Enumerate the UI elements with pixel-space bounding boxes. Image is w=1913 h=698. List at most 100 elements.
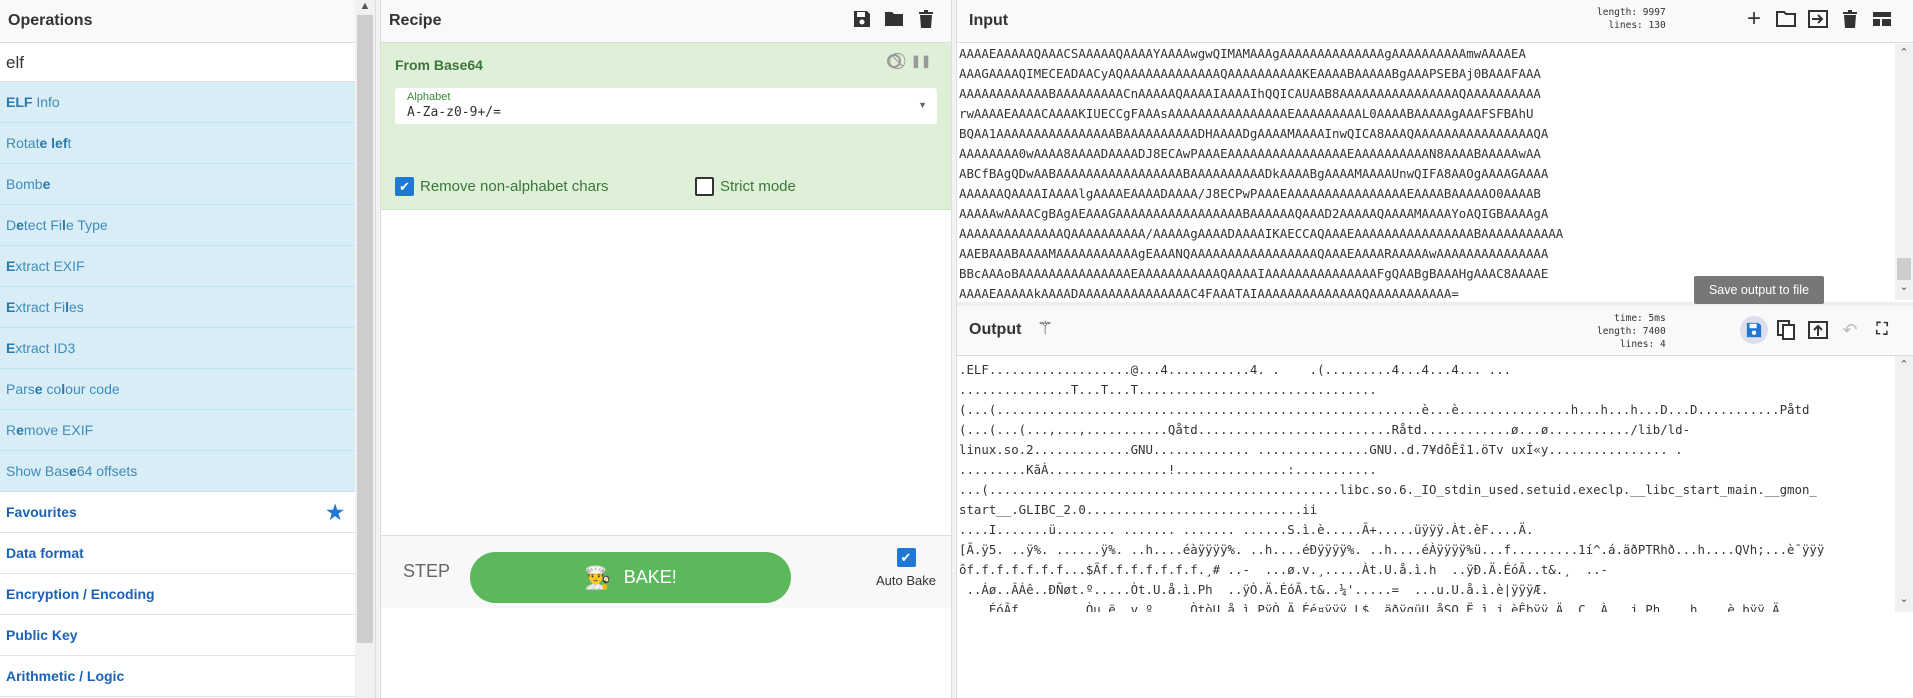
scrollbar-thumb[interactable] — [357, 15, 373, 643]
magic-wand-icon[interactable]: ⚚ — [1037, 318, 1053, 339]
recipe-operation-from-base64[interactable]: From Base64 ⃠ ❚❚ Alphabet A-Za-z0-9+/= ▼… — [381, 43, 951, 210]
step-button[interactable]: STEP — [403, 561, 450, 582]
remove-non-alphabet-checkbox[interactable]: ✔ Remove non-alphabet chars — [395, 177, 608, 196]
disable-circle-icon[interactable] — [887, 54, 901, 68]
operation-label-part: 64 offsets — [76, 463, 138, 479]
copy-output-icon[interactable] — [1775, 319, 1797, 341]
output-line: [Ã.ÿ5. ..ÿ%. ......ÿ%. ..h....éàÿÿÿÿ%. .… — [959, 542, 1825, 557]
lines-label: lines: — [1619, 339, 1655, 350]
save-output-icon[interactable] — [1740, 316, 1768, 344]
match-highlight: E — [6, 340, 16, 356]
output-line: ...(....................................… — [959, 482, 1817, 497]
match-highlight: e — [16, 217, 24, 233]
input-line: BQAA1AAAAAAAAAAAAAAAABAAAAAAAAAADHAAAADg… — [959, 126, 1549, 141]
scroll-up-icon[interactable]: ⌃ — [1895, 358, 1913, 371]
bake-bar: STEP 👨‍🍳 BAKE! ✔ Auto Bake — [381, 535, 951, 608]
scroll-down-icon[interactable]: ⌄ — [1895, 280, 1913, 293]
input-textarea[interactable]: AAAAEAAAAAQAAACSAAAAAQAAAAYAAAAwgwQIMAMA… — [957, 44, 1895, 300]
scroll-down-icon[interactable]: ⌄ — [1895, 592, 1913, 605]
match-highlight: e — [69, 463, 77, 479]
output-lines: 4 — [1659, 339, 1666, 350]
auto-bake-checkbox[interactable]: ✔ Auto Bake — [861, 548, 951, 588]
match-highlight: lef — [51, 135, 68, 151]
input-toolbar: + — [1743, 5, 1893, 32]
scrollbar-thumb[interactable] — [1897, 258, 1911, 280]
reset-layout-icon[interactable] — [1871, 8, 1893, 30]
operations-search-input[interactable]: elf — [0, 43, 356, 82]
undo-icon[interactable]: ↶ — [1839, 319, 1861, 341]
checkbox-checked-icon[interactable]: ✔ — [896, 548, 916, 567]
output-length: 7400 — [1642, 326, 1666, 337]
operation-item[interactable]: De tect Fi l e Type — [0, 205, 356, 246]
bake-label: BAKE! — [623, 567, 677, 587]
search-results: ELF Info Rotat e lef t Bomb e De tect Fi l e Type… — [0, 82, 356, 492]
operation-label-part: Bomb — [6, 176, 43, 192]
output-textarea[interactable]: .ELF...................@...4...........4… — [957, 360, 1895, 612]
alphabet-select[interactable]: Alphabet A-Za-z0-9+/= ▼ — [395, 88, 937, 124]
category-item[interactable]: Data format — [0, 533, 356, 574]
category-label: Data format — [6, 545, 84, 561]
operation-item[interactable]: ELF Info — [0, 82, 356, 123]
input-length: 9997 — [1642, 7, 1666, 18]
remove-non-alphabet-label: Remove non-alphabet chars — [420, 178, 609, 195]
open-file-icon[interactable] — [1807, 8, 1829, 30]
output-line: .........KãÀ................!...........… — [959, 462, 1377, 477]
input-scrollbar[interactable]: ⌃ ⌄ — [1895, 44, 1913, 300]
input-line: AAEBAAABAAAAMAAAAAAAAAAAgEAAANQAAAAAAAAA… — [959, 246, 1549, 261]
output-scrollbar[interactable]: ⌃ ⌄ — [1895, 356, 1913, 612]
clear-recipe-icon[interactable] — [915, 8, 937, 30]
replace-input-icon[interactable] — [1807, 319, 1829, 341]
operation-item[interactable]: Extract ID3 — [0, 328, 356, 369]
clear-input-icon[interactable] — [1839, 8, 1861, 30]
operation-label-part: move EXIF — [23, 422, 94, 438]
time-label: time: — [1614, 313, 1643, 324]
scroll-up-icon[interactable]: ⌃ — [1895, 46, 1913, 59]
operation-label-part: Show Bas — [6, 463, 70, 479]
input-stats: length: 9997 lines: 130 — [1597, 6, 1666, 32]
checkbox-checked-icon[interactable]: ✔ — [395, 177, 414, 196]
input-line: AAAAAAAA0wAAAA8AAAADAAAADJ8ECAwPAAAEAAAA… — [959, 146, 1541, 161]
load-recipe-icon[interactable] — [883, 8, 905, 30]
input-line: rwAAAAEAAAACAAAAKIUECCgFAAAsAAAAAAAAAAAA… — [959, 106, 1534, 121]
save-recipe-icon[interactable] — [851, 8, 873, 30]
category-item[interactable]: Public Key — [0, 615, 356, 656]
bake-button[interactable]: 👨‍🍳 BAKE! — [470, 552, 791, 603]
operations-panel: Operations elf ELF Info Rotat e lef t Bomb e D… — [0, 0, 376, 698]
operation-item[interactable]: Extract Fi l es — [0, 287, 356, 328]
operation-item[interactable]: Rotat e lef t — [0, 123, 356, 164]
operation-item[interactable]: Bomb e — [0, 164, 356, 205]
operation-label-part: Rotat — [6, 135, 40, 151]
maximise-icon[interactable]: ⛶ — [1871, 319, 1893, 341]
lines-label: lines: — [1608, 20, 1643, 31]
category-item[interactable]: Arithmetic / Logic — [0, 656, 356, 697]
star-icon[interactable]: ★ — [326, 500, 344, 525]
operation-label-part: es — [69, 299, 84, 315]
output-line: ....I.......ü........ ....... ....... ..… — [959, 522, 1534, 537]
operation-label-part: co — [42, 381, 62, 397]
alphabet-label: Alphabet — [407, 91, 451, 103]
category-item[interactable]: Favourites ★ — [0, 492, 356, 533]
strict-mode-checkbox[interactable]: Strict mode — [695, 177, 796, 196]
output-line: ...ÉóÃf. .......Òu.ë..v.º.....ÒtòU.å.ì.P… — [959, 602, 1825, 612]
operation-item[interactable]: Extract EXIF — [0, 246, 356, 287]
operation-label-part: t — [67, 135, 72, 151]
output-line: ôf.f.f.f.f.f.f...$Ãf.f.f.f.f.f.f.¸# ..- … — [959, 562, 1609, 577]
input-line: AAAGAAAAQIMECEADAACyAQAAAAAAAAAAAAAQAAAA… — [959, 66, 1541, 81]
operation-item[interactable]: Show Bas e 64 offsets — [0, 451, 356, 492]
operations-scrollbar[interactable]: ▲ — [355, 0, 375, 698]
add-tab-icon[interactable]: + — [1743, 5, 1765, 32]
checkbox-unchecked-icon[interactable] — [695, 177, 714, 196]
operation-item[interactable]: Pars e co l our code — [0, 369, 356, 410]
operations-list: Operations elf ELF Info Rotat e lef t Bomb e D… — [0, 0, 356, 697]
scroll-up-icon[interactable]: ▲ — [355, 0, 375, 12]
output-line: .ELF...................@...4...........4… — [959, 362, 1512, 377]
category-item[interactable]: Encryption / Encoding — [0, 574, 356, 615]
output-time: 5ms — [1648, 313, 1666, 324]
match-highlight: e — [16, 422, 24, 438]
output-line: start__.GLIBC_2.0.......................… — [959, 502, 1318, 517]
operation-item[interactable]: Re move EXIF — [0, 410, 356, 451]
pause-icon[interactable]: ❚❚ — [911, 54, 931, 68]
category-label: Favourites — [6, 504, 77, 520]
open-folder-icon[interactable] — [1775, 8, 1797, 30]
input-line: ABCfBAgQDwAABAAAAAAAAAAAAAAAAABAAAAAAAAA… — [959, 166, 1549, 181]
